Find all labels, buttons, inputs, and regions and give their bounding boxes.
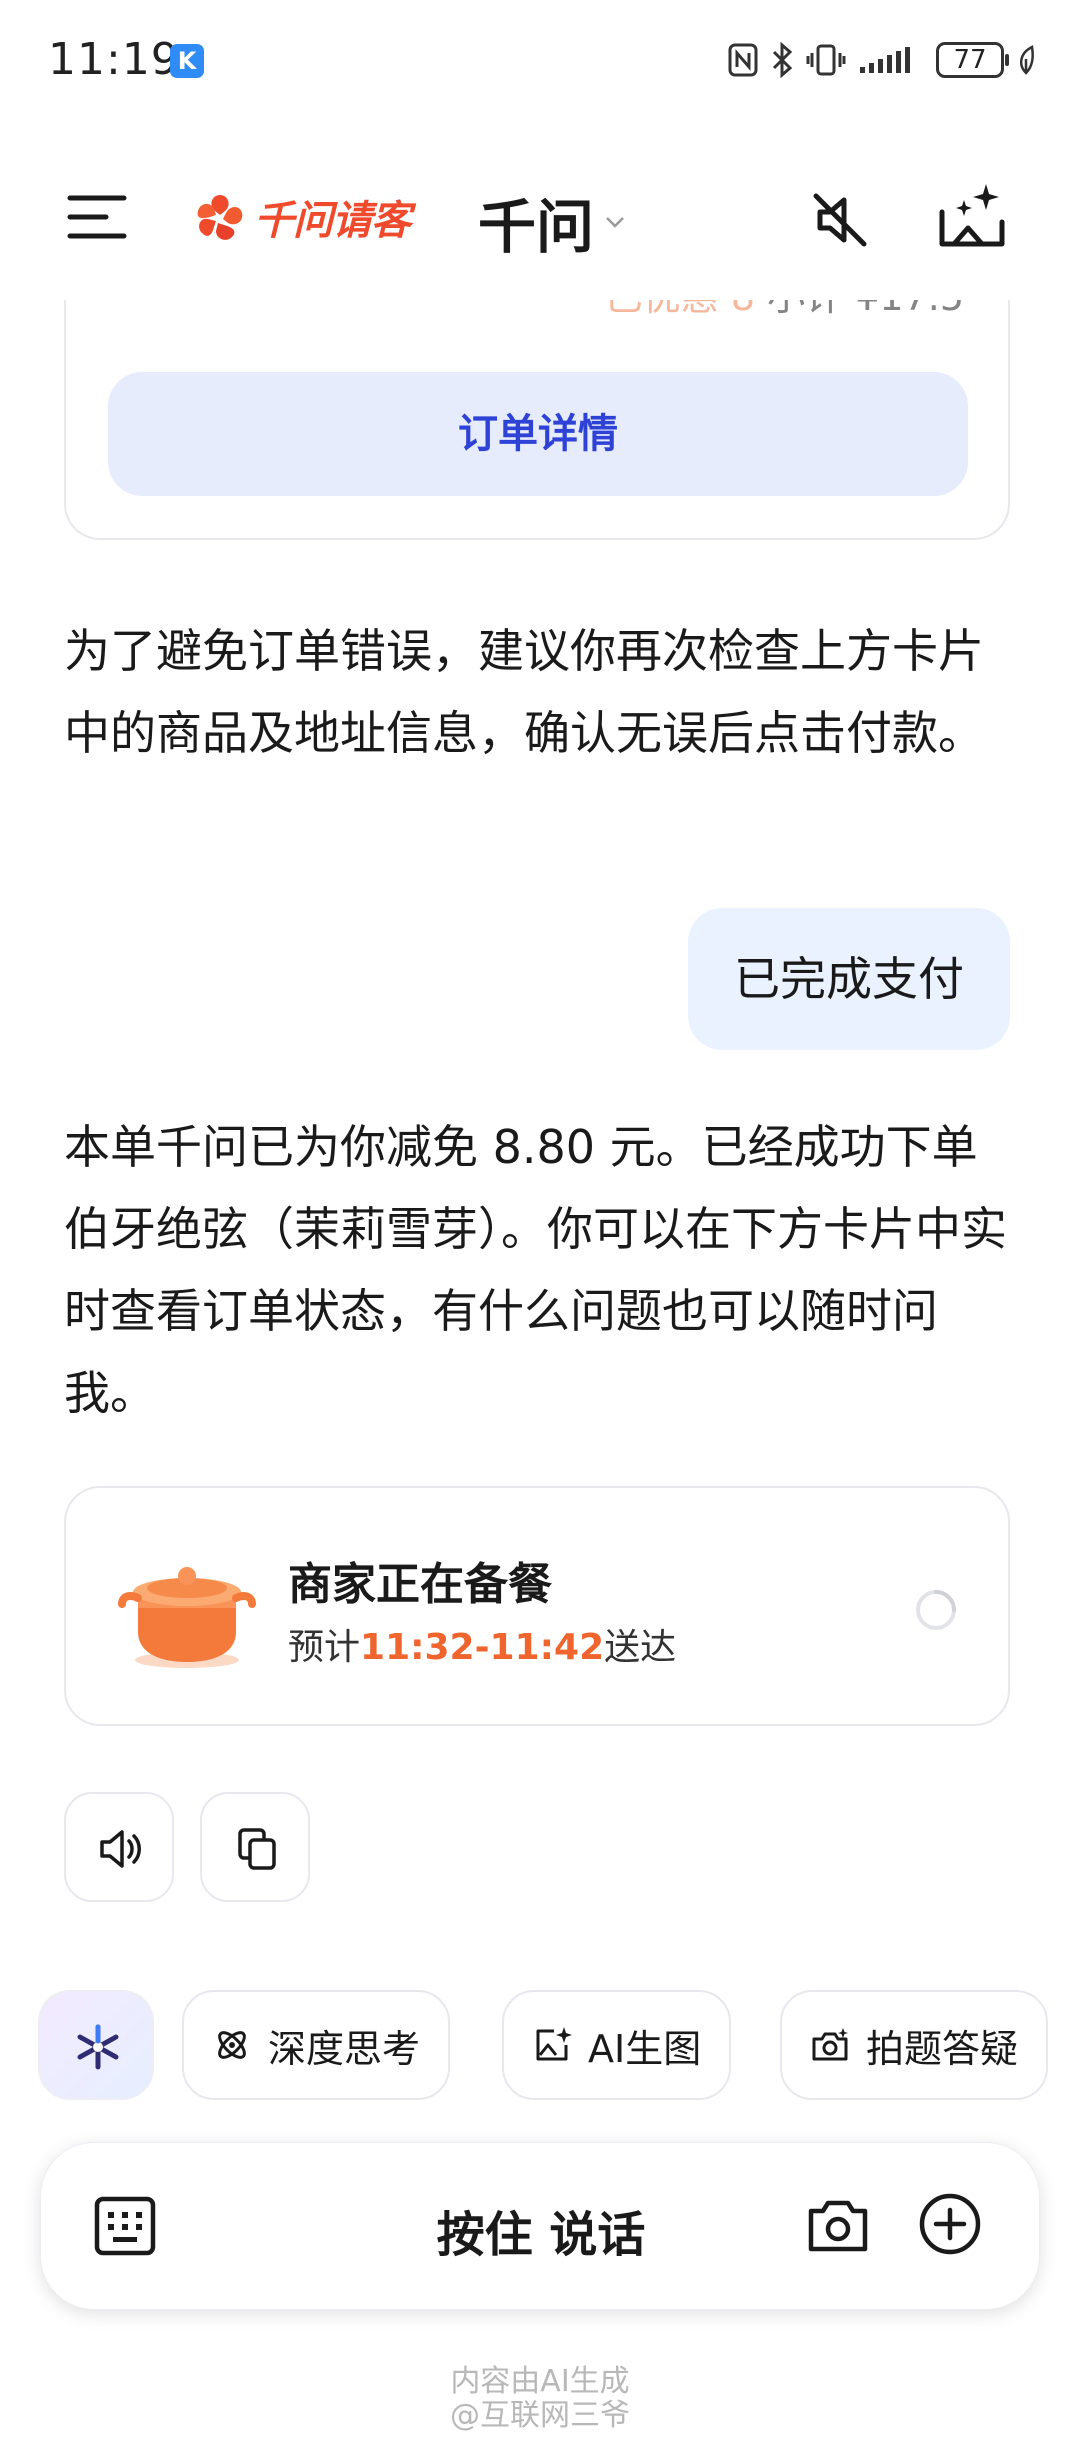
deep-think-icon [218, 2031, 246, 2059]
feature-chips: 深度思考 AI生图 拍题答疑 [38, 1990, 1080, 2102]
photo-question-icon [812, 2028, 848, 2061]
eta-time: 11:32-11:42 [360, 1627, 605, 1668]
order-clipped-summary: 已优惠 8 小计 ¥17.5 [605, 300, 964, 321]
eta-suffix: 送达 [604, 1627, 677, 1668]
hold-to-talk-button[interactable]: 按住 说话 [41, 2195, 1041, 2265]
sparkle-star-icon [77, 2024, 119, 2070]
bluetooth-icon [772, 42, 793, 78]
leaf-icon [1019, 45, 1034, 75]
chip-photo-question[interactable]: 拍题答疑 [780, 1990, 1049, 2100]
new-chat-icon[interactable] [934, 178, 1010, 254]
input-bar: 按住 说话 [40, 2142, 1040, 2310]
delivery-status-card[interactable]: 商家正在备餐 预计11:32-11:42送达 [64, 1486, 1010, 1726]
order-summary-card: 已优惠 8 小计 ¥17.5 订单详情 [64, 300, 1010, 540]
assistant-message: 为了避免订单错误，建议你再次检查上方卡片中的商品及地址信息，确认无误后点击付款。 [64, 624, 984, 760]
brand-flower-icon [197, 195, 243, 240]
chip-ai-image[interactable]: AI生图 [502, 1990, 732, 2100]
camera-icon[interactable] [807, 2195, 869, 2255]
speaker-mute-icon[interactable] [808, 188, 872, 252]
brand-logo[interactable]: 千问请客 [192, 186, 411, 248]
chip-label: 拍题答疑 [866, 2026, 1019, 2071]
chip-label: 深度思考 [268, 2026, 421, 2071]
author-watermark: @互联网三爷 [450, 2398, 630, 2433]
menu-icon[interactable] [66, 192, 128, 242]
app-title: 千问 [478, 193, 595, 261]
model-selector[interactable]: 千问 [478, 180, 626, 264]
copy-icon [238, 1828, 276, 1870]
chevron-down-icon [606, 217, 624, 228]
skills-button[interactable] [38, 1990, 154, 2100]
assistant-message: 本单千问已为你减免 8.80 元。已经成功下单 伯牙绝弦（茉莉雪芽）。你可以在下… [64, 1120, 1007, 1420]
chip-label: AI生图 [588, 2026, 702, 2071]
image-gen-icon [536, 2027, 572, 2061]
loading-spinner-icon [916, 1590, 956, 1630]
status-bar: 11:19 K 77 [0, 0, 1080, 120]
order-discount: 已优惠 8 [605, 300, 755, 319]
cooking-pot-icon [118, 1567, 256, 1668]
order-detail-button[interactable]: 订单详情 [108, 372, 968, 496]
battery-icon: 77 [936, 42, 1009, 78]
speaker-icon [100, 1830, 141, 1868]
brand-text: 千问请客 [254, 198, 411, 244]
order-subtotal: 小计 ¥17.5 [767, 300, 964, 319]
chip-deep-think[interactable]: 深度思考 [182, 1990, 451, 2100]
app-header: 千问请客 千问 [0, 170, 1080, 270]
copy-button[interactable] [200, 1792, 310, 1902]
eta-prefix: 预计 [288, 1627, 361, 1668]
read-aloud-button[interactable] [64, 1792, 174, 1902]
vibrate-icon [806, 44, 846, 76]
status-icons: 77 [728, 38, 1036, 82]
user-message: 已完成支付 [688, 908, 1010, 1050]
signal-icon [860, 47, 910, 73]
delivery-eta: 预计11:32-11:42送达 [288, 1618, 676, 1670]
status-time: 11:19 [48, 34, 180, 85]
nfc-icon [728, 43, 758, 77]
app-badge-icon: K [170, 44, 204, 78]
plus-circle-icon[interactable] [917, 2191, 983, 2257]
delivery-status-title: 商家正在备餐 [288, 1559, 552, 1610]
